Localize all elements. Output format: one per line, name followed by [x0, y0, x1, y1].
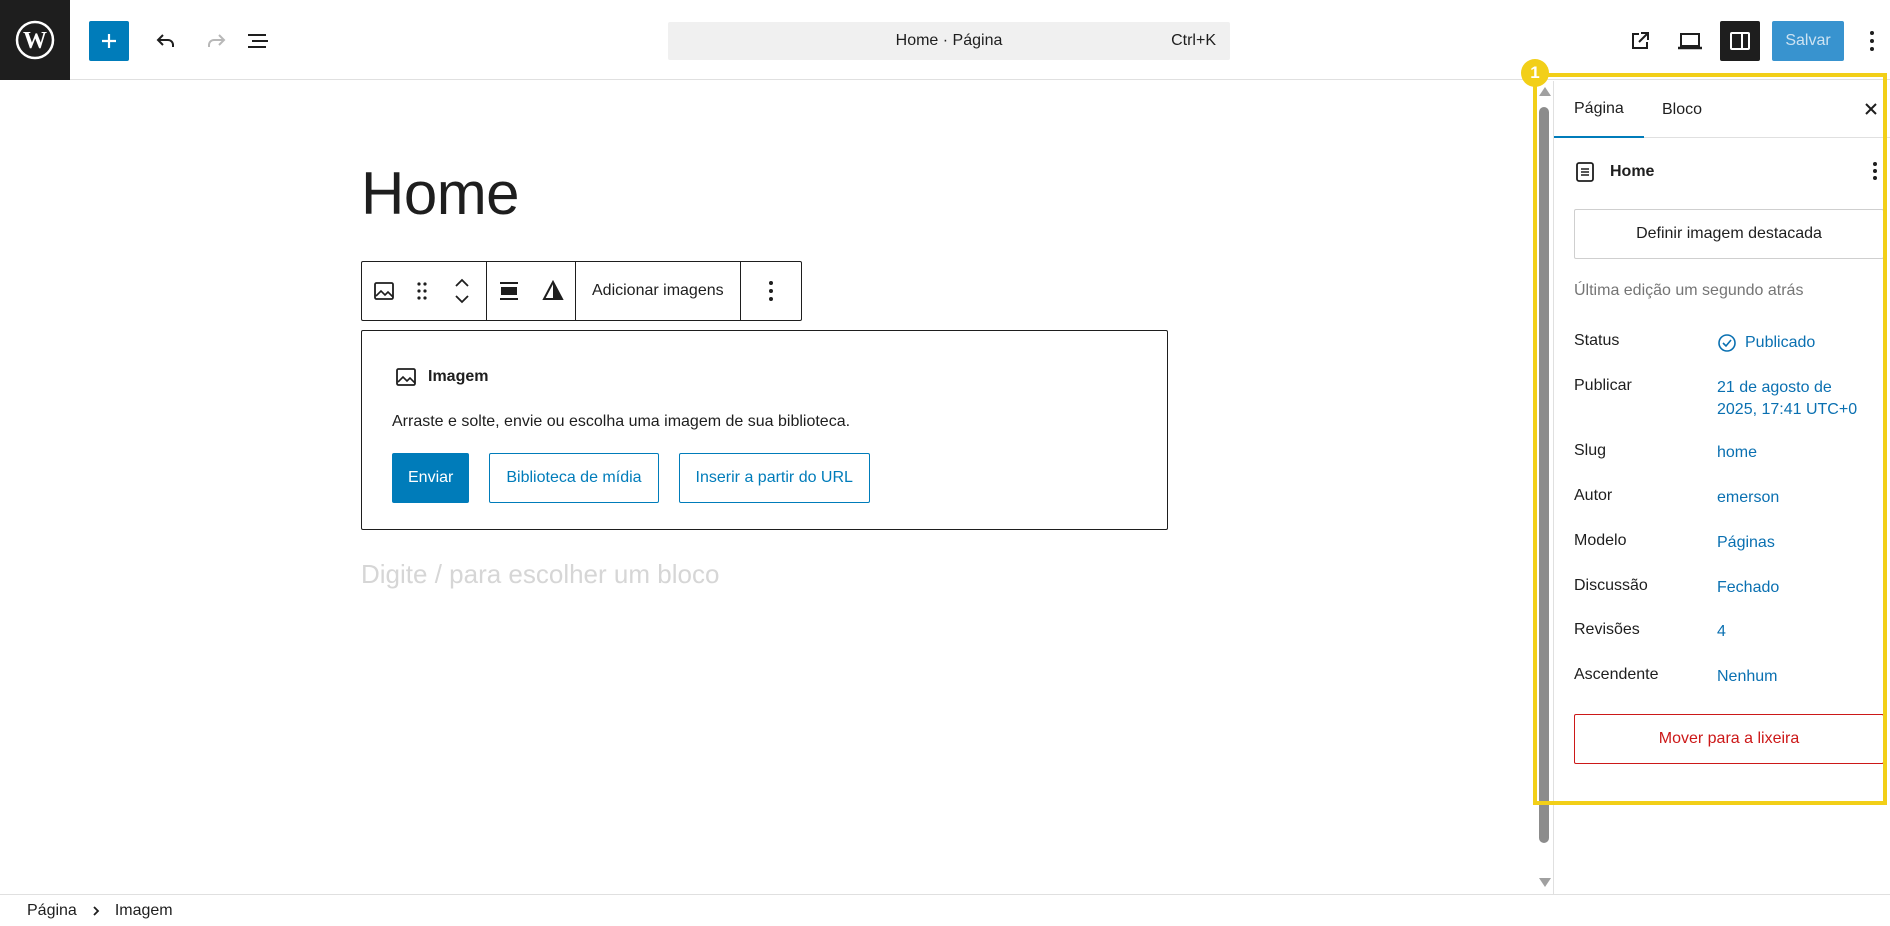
drag-handle[interactable]	[406, 262, 438, 320]
block-toolbar-group-align	[487, 262, 576, 320]
editor-header: W Home · Página Ctrl+K Salvar	[0, 0, 1890, 80]
template-button[interactable]: Páginas	[1717, 532, 1877, 554]
insert-from-url-button[interactable]: Inserir a partir do URL	[678, 453, 870, 503]
tab-page[interactable]: Página	[1554, 81, 1644, 138]
align-button[interactable]	[487, 262, 531, 320]
external-link-icon	[1632, 32, 1649, 49]
kebab-menu-icon	[768, 281, 773, 301]
highlight-badge: 1	[1521, 59, 1549, 87]
meta-label: Publicar	[1574, 377, 1632, 394]
meta-label: Status	[1574, 332, 1620, 349]
parent-button[interactable]: Nenhum	[1717, 666, 1877, 688]
add-images-button[interactable]: Adicionar imagens	[576, 262, 740, 320]
set-featured-image-button[interactable]: Definir imagem destacada	[1574, 209, 1884, 259]
move-to-trash-button[interactable]: Mover para a lixeira	[1574, 714, 1884, 764]
image-block-placeholder[interactable]: Imagem Arraste e solte, envie ou escolha…	[361, 330, 1168, 530]
scrollbar-thumb[interactable]	[1539, 107, 1549, 843]
sidebar-icon	[1730, 32, 1750, 50]
breadcrumb-item-image: Imagem	[114, 901, 173, 919]
document-actions-button[interactable]	[1872, 161, 1878, 186]
redo-button[interactable]	[196, 21, 236, 61]
revisions-button[interactable]: 4	[1717, 621, 1877, 643]
move-buttons	[438, 262, 486, 320]
duotone-filter-icon	[542, 280, 564, 300]
default-block-appender[interactable]: Digite / para escolher um bloco	[361, 559, 719, 590]
status-value-button[interactable]: Publicado	[1717, 332, 1877, 354]
view-page-button[interactable]	[1620, 21, 1660, 61]
document-summary: Home	[1574, 161, 1884, 183]
scroll-up-arrow-icon[interactable]	[1539, 87, 1551, 96]
tab-block[interactable]: Bloco	[1642, 81, 1722, 138]
discussion-button[interactable]: Fechado	[1717, 577, 1877, 599]
meta-label: Revisões	[1574, 621, 1640, 638]
device-preview-button[interactable]	[1670, 21, 1710, 61]
scroll-down-arrow-icon[interactable]	[1539, 878, 1551, 887]
plus-icon	[102, 34, 116, 48]
align-wide-icon	[500, 282, 518, 300]
meta-label: Discussão	[1574, 577, 1648, 594]
move-down-icon[interactable]	[454, 294, 470, 304]
page-icon	[1576, 162, 1594, 182]
meta-value: Publicado	[1745, 334, 1816, 351]
publish-date-button[interactable]: 21 de agosto de 2025, 17:41 UTC+0	[1717, 377, 1867, 421]
kebab-menu-icon	[1870, 31, 1874, 51]
canvas-scrollbar[interactable]	[1535, 85, 1553, 893]
placeholder-actions: Enviar Biblioteca de mídia Inserir a par…	[392, 453, 870, 503]
desktop-icon	[1678, 33, 1702, 50]
keyboard-shortcut: Ctrl+K	[1171, 32, 1216, 49]
settings-sidebar-toggle[interactable]	[1720, 21, 1760, 61]
document-title: Home	[1610, 163, 1655, 180]
options-menu-button[interactable]	[1854, 21, 1890, 61]
editor-canvas: Home Adicionar imagens Imagem Arraste e …	[0, 81, 1551, 894]
sidebar-tabs: Página Bloco	[1554, 81, 1890, 138]
author-button[interactable]: emerson	[1717, 487, 1877, 509]
svg-text:W: W	[23, 28, 47, 54]
meta-label: Autor	[1574, 487, 1613, 504]
last-edited-text: Última edição um segundo atrás	[1574, 282, 1804, 299]
undo-icon	[156, 34, 174, 47]
block-inserter-button[interactable]	[89, 21, 129, 61]
block-toolbar: Adicionar imagens	[361, 261, 802, 321]
meta-label: Slug	[1574, 442, 1607, 459]
block-toolbar-group-media: Adicionar imagens	[576, 262, 741, 320]
redo-icon	[208, 34, 226, 47]
move-up-icon[interactable]	[454, 278, 470, 288]
placeholder-instructions: Arraste e solte, envie ou escolha uma im…	[392, 413, 851, 430]
drag-handle-icon	[417, 282, 427, 300]
image-icon	[374, 282, 394, 300]
post-title[interactable]: Home	[361, 159, 520, 228]
placeholder-label: Imagem	[394, 365, 488, 389]
document-overview-button[interactable]	[238, 21, 278, 61]
image-icon	[396, 368, 416, 386]
upload-button[interactable]: Enviar	[392, 453, 470, 503]
list-view-icon	[248, 34, 268, 48]
chevron-right-icon	[91, 905, 101, 917]
undo-button[interactable]	[146, 21, 186, 61]
close-icon	[1865, 103, 1877, 115]
kebab-menu-icon	[1873, 162, 1877, 180]
block-breadcrumb: Página Imagem	[0, 894, 1890, 926]
block-options-button[interactable]	[741, 262, 801, 320]
command-palette-bar[interactable]: Home · Página Ctrl+K	[668, 22, 1230, 60]
block-type-button[interactable]	[362, 262, 406, 320]
settings-sidebar: Página Bloco Home Definir imagem destaca…	[1553, 81, 1890, 894]
media-library-button[interactable]: Biblioteca de mídia	[489, 453, 659, 503]
block-toolbar-group-options	[741, 262, 801, 320]
close-sidebar-button[interactable]	[1857, 95, 1885, 123]
placeholder-title: Imagem	[428, 368, 489, 385]
slug-button[interactable]: home	[1717, 442, 1877, 464]
duotone-button[interactable]	[531, 262, 575, 320]
meta-label: Modelo	[1574, 532, 1627, 549]
document-title-bar: Home · Página	[895, 32, 1003, 49]
wordpress-logo-icon[interactable]: W	[0, 0, 70, 80]
published-check-icon	[1718, 334, 1736, 352]
save-button[interactable]: Salvar	[1772, 21, 1844, 61]
breadcrumb-item-page[interactable]: Página	[0, 902, 77, 920]
block-toolbar-group-parent	[362, 262, 487, 320]
meta-label: Ascendente	[1574, 666, 1659, 683]
